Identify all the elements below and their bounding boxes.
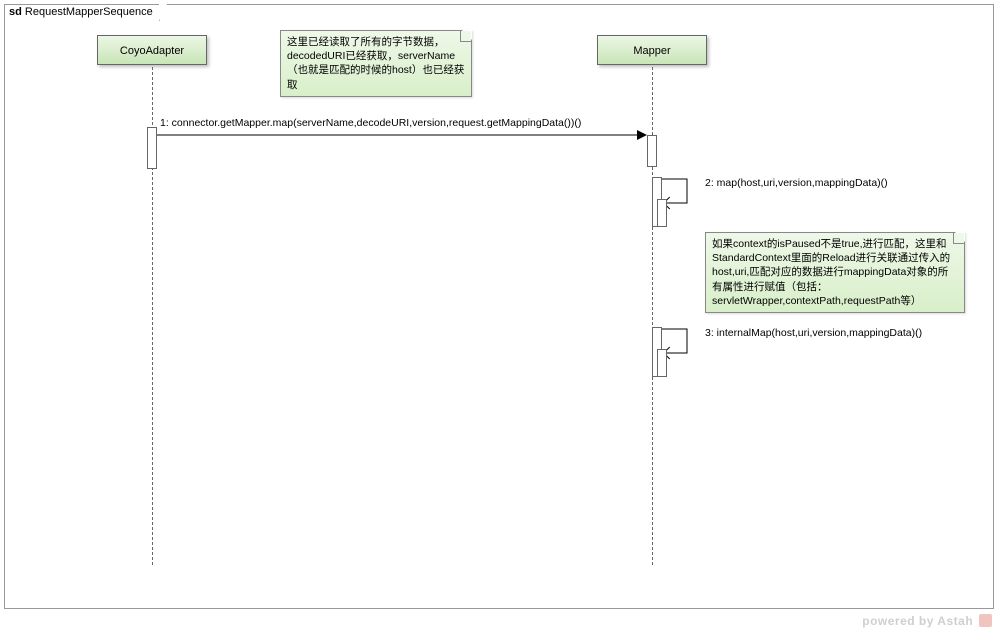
- footer-branding: powered by Astah: [862, 614, 992, 628]
- participant-coyoadapter: CoyoAdapter: [97, 35, 207, 65]
- message-2-label: 2: map(host,uri,version,mappingData)(): [705, 177, 888, 189]
- footer-text: powered by Astah: [862, 614, 973, 628]
- participant-label: Mapper: [633, 45, 670, 57]
- message-3-label: 3: internalMap(host,uri,version,mappingD…: [705, 327, 922, 339]
- activation-mapper-3-inner: [657, 349, 667, 377]
- activation-mapper-1: [647, 135, 657, 167]
- activation-coyoadapter: [147, 127, 157, 169]
- participant-mapper: Mapper: [597, 35, 707, 65]
- frame-title: RequestMapperSequence: [25, 6, 153, 18]
- participant-label: CoyoAdapter: [120, 45, 184, 57]
- note-text: 这里已经读取了所有的字节数据，decodedURI已经获取，serverName…: [287, 36, 464, 91]
- frame-keyword: sd: [9, 6, 22, 18]
- frame-label-tab: sd RequestMapperSequence: [4, 4, 160, 21]
- message-1-arrow: [157, 130, 648, 140]
- message-1-label: 1: connector.getMapper.map(serverName,de…: [160, 117, 581, 129]
- sequence-diagram-frame: sd RequestMapperSequence CoyoAdapter Map…: [4, 4, 994, 609]
- activation-mapper-2-inner: [657, 199, 667, 227]
- note-text: 如果context的isPaused不是true,进行匹配，这里和Standar…: [712, 238, 950, 307]
- arrowhead-icon: [637, 130, 647, 140]
- astah-logo-icon: [979, 614, 992, 627]
- note-top: 这里已经读取了所有的字节数据，decodedURI已经获取，serverName…: [280, 30, 472, 97]
- note-right: 如果context的isPaused不是true,进行匹配，这里和Standar…: [705, 232, 965, 313]
